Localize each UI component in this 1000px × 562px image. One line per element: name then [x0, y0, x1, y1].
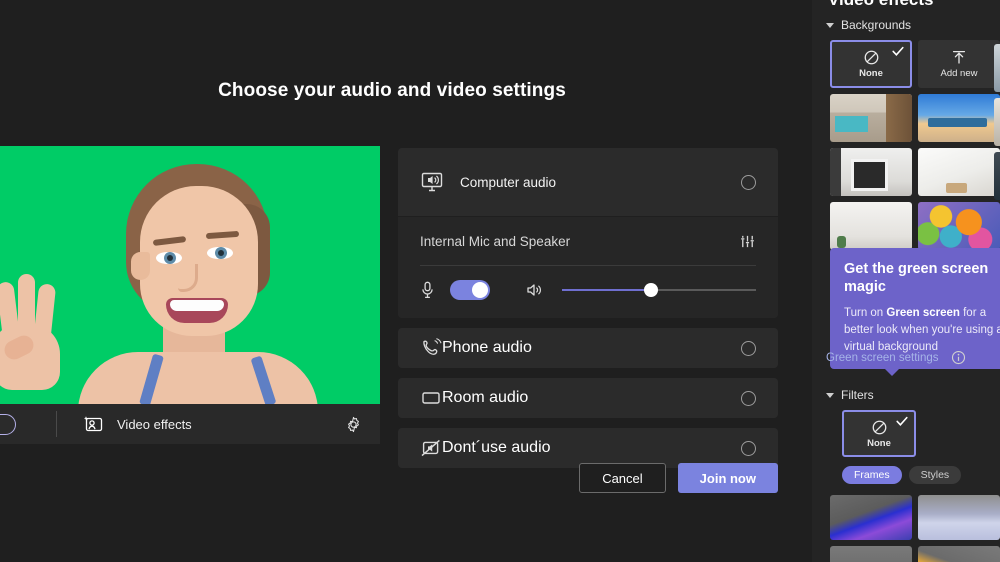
speaker-off-icon — [420, 438, 442, 458]
cancel-button[interactable]: Cancel — [579, 463, 666, 493]
camera-toggle-wrap — [0, 404, 56, 444]
audio-option-label: Room audio — [442, 389, 529, 406]
background-none-tile[interactable]: None — [830, 40, 912, 88]
filters-grid — [830, 495, 1000, 562]
audio-settings-panel: Computer audio Internal Mic and Speaker — [398, 148, 778, 468]
device-divider — [420, 265, 756, 266]
info-icon[interactable] — [951, 350, 966, 365]
gear-icon — [345, 416, 362, 433]
filter-none-label: None — [867, 437, 891, 449]
display-icon — [420, 389, 442, 407]
audio-option-dont-use-audio[interactable]: Dont´use audio — [398, 428, 778, 468]
filters-section: Filters — [812, 388, 1000, 410]
video-preview-toolbar: Video effects — [0, 404, 380, 444]
background-thumbnail[interactable] — [830, 94, 912, 142]
audio-option-radio[interactable] — [741, 174, 756, 190]
background-thumbnail[interactable] — [830, 148, 912, 196]
speaker-icon — [526, 282, 552, 298]
background-thumbnail[interactable] — [918, 148, 1000, 196]
filter-none-tile[interactable]: None — [842, 410, 916, 457]
computer-audio-card: Computer audio Internal Mic and Speaker — [398, 148, 778, 318]
backgrounds-section-header[interactable]: Backgrounds — [826, 18, 1000, 32]
meeting-prejoin-screen: Choose your audio and video settings Vid… — [0, 0, 1000, 562]
audio-device-header: Internal Mic and Speaker — [420, 217, 756, 265]
promo-body-bold: Green screen — [886, 307, 960, 320]
person-sparkle-icon — [83, 415, 103, 433]
toolbar-divider — [56, 411, 57, 437]
video-preview — [0, 146, 380, 404]
background-thumbnail[interactable] — [918, 94, 1000, 142]
filter-thumbnail[interactable] — [918, 546, 1000, 562]
device-settings-button[interactable] — [345, 416, 362, 433]
filter-tabs: Frames Styles — [842, 466, 962, 484]
filters-section-label: Filters — [841, 388, 874, 402]
promo-heading: Get the green screen magic — [844, 261, 989, 296]
participant-video-image — [0, 146, 380, 404]
phone-ring-icon — [420, 338, 442, 358]
background-add-new-tile[interactable]: Add new — [918, 40, 1000, 88]
microphone-icon — [420, 281, 446, 299]
promo-body-prefix: Turn on — [844, 307, 887, 320]
audio-option-phone-audio[interactable]: Phone audio — [398, 328, 778, 368]
audio-option-label: Phone audio — [442, 339, 532, 356]
audio-option-radio[interactable] — [741, 390, 756, 406]
backgrounds-overflow-column — [994, 44, 1000, 200]
microphone-toggle-knob — [472, 282, 488, 298]
background-thumbnail[interactable] — [830, 202, 912, 250]
audio-option-radio[interactable] — [741, 440, 756, 456]
check-icon — [892, 46, 904, 57]
video-effects-panel-title: Video effects — [828, 0, 934, 10]
monitor-speaker-icon — [420, 171, 454, 193]
dialog-actions: Cancel Join now — [398, 463, 778, 493]
filter-thumbnail[interactable] — [830, 495, 912, 540]
audio-option-label: Computer audio — [460, 174, 557, 190]
chevron-down-icon — [826, 22, 834, 28]
video-effects-label: Video effects — [117, 416, 192, 432]
audio-device-section: Internal Mic and Speaker — [398, 217, 778, 318]
audio-option-room-audio[interactable]: Room audio — [398, 378, 778, 418]
page-title: Choose your audio and video settings — [218, 80, 566, 101]
volume-thumb[interactable] — [644, 283, 659, 297]
filters-section-header[interactable]: Filters — [826, 388, 1000, 402]
green-screen-settings-row: Green screen settings — [826, 350, 966, 365]
filter-tab-styles[interactable]: Styles — [908, 466, 962, 484]
filter-tab-frames[interactable]: Frames — [842, 466, 902, 484]
audio-device-name: Internal Mic and Speaker — [420, 233, 571, 249]
video-effects-button[interactable]: Video effects — [83, 415, 192, 433]
background-thumbnail[interactable] — [994, 44, 1000, 92]
upload-icon — [951, 50, 967, 66]
check-icon — [896, 416, 908, 427]
video-effects-panel: Video effects Backgrounds None — [812, 0, 1000, 562]
audio-option-label: Dont´use audio — [442, 439, 551, 456]
join-now-button[interactable]: Join now — [677, 463, 778, 493]
promo-body: Turn on Green screen for a better look w… — [844, 305, 1000, 355]
audio-option-computer-audio[interactable]: Computer audio — [398, 148, 778, 216]
background-thumbnail[interactable] — [994, 152, 1000, 200]
equalizer-icon[interactable] — [739, 233, 756, 250]
filter-thumbnail[interactable] — [918, 495, 1000, 540]
chevron-down-icon — [826, 392, 834, 398]
background-none-label: None — [859, 68, 883, 79]
background-thumbnail[interactable] — [994, 98, 1000, 146]
no-entry-icon — [863, 49, 880, 66]
green-screen-settings-link[interactable]: Green screen settings — [826, 352, 939, 364]
audio-option-radio[interactable] — [741, 340, 756, 356]
microphone-toggle[interactable] — [450, 280, 490, 300]
background-add-new-label: Add new — [940, 67, 978, 79]
backgrounds-grid: None Add new — [830, 40, 1000, 250]
no-entry-icon — [871, 419, 888, 436]
backgrounds-section-label: Backgrounds — [841, 18, 912, 32]
volume-slider[interactable] — [562, 282, 756, 298]
camera-toggle[interactable] — [0, 414, 16, 435]
volume-fill — [562, 289, 652, 291]
promo-pointer — [884, 368, 900, 377]
filter-thumbnail[interactable] — [830, 546, 912, 562]
background-thumbnail[interactable] — [918, 202, 1000, 250]
device-controls — [420, 280, 756, 300]
